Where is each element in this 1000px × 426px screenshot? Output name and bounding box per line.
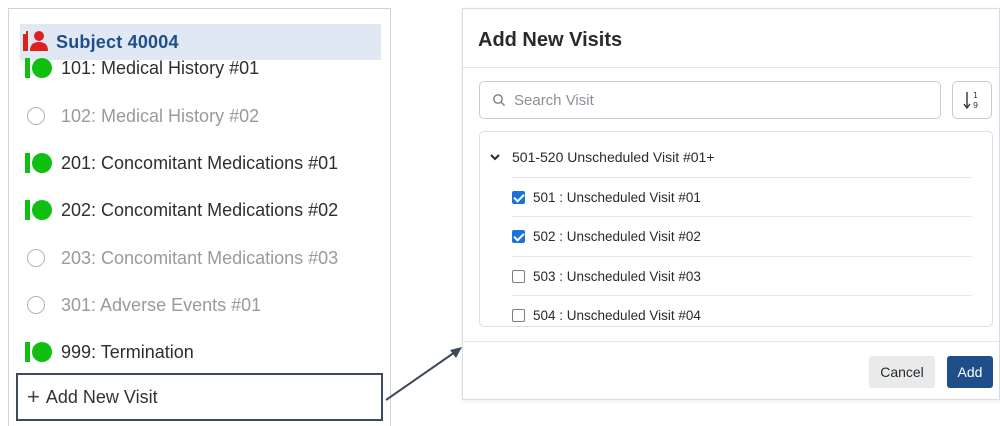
visit-label: 101: Medical History #01 [61, 57, 260, 78]
search-box[interactable] [479, 81, 941, 119]
visit-option-checkbox[interactable] [512, 190, 525, 204]
visit-label: 201: Concomitant Medications #01 [61, 152, 339, 173]
plus-icon: + [27, 384, 40, 409]
visit-row[interactable]: 203: Concomitant Medications #03 [23, 243, 383, 273]
add-new-visits-modal: Add New Visits 1 9 501-520 Unscheduled V… [462, 8, 1000, 400]
visit-label: 301: Adverse Events #01 [61, 294, 262, 315]
add-button[interactable]: Add [947, 356, 993, 388]
search-icon [493, 94, 506, 107]
visit-row[interactable]: 101: Medical History #01 [23, 53, 383, 83]
modal-title: Add New Visits [478, 29, 623, 51]
status-empty-circle-icon [27, 296, 45, 314]
visit-option-checkbox[interactable] [512, 269, 525, 283]
status-complete-icon [23, 340, 52, 364]
subject-user-icon [23, 31, 48, 51]
visit-option-checkbox[interactable] [512, 229, 525, 243]
sort-ascending-numeric-icon: 1 9 [963, 91, 978, 110]
modal-header-divider [463, 67, 999, 68]
visit-option-label: 502 : Unscheduled Visit #02 [533, 228, 701, 244]
visit-group-header[interactable]: 501-520 Unscheduled Visit #01+ [488, 144, 715, 170]
visit-row[interactable]: 999: Termination [23, 337, 383, 367]
visit-option-label: 501 : Unscheduled Visit #01 [533, 189, 701, 205]
visit-label: 999: Termination [61, 341, 194, 362]
add-new-visit-label: Add New Visit [45, 386, 158, 407]
visit-label: 102: Medical History #02 [61, 105, 260, 126]
chevron-down-icon[interactable] [488, 150, 502, 164]
visit-option-label: 503 : Unscheduled Visit #03 [533, 268, 701, 284]
visit-option-row[interactable]: 502 : Unscheduled Visit #02 [512, 216, 972, 255]
cancel-button[interactable]: Cancel [869, 356, 935, 388]
visit-option-checkbox[interactable] [512, 308, 525, 322]
status-complete-icon [23, 198, 52, 222]
visit-group-label: 501-520 Unscheduled Visit #01+ [512, 149, 715, 165]
visit-row[interactable]: 202: Concomitant Medications #02 [23, 195, 383, 225]
search-input[interactable] [512, 90, 916, 110]
visit-row[interactable]: 201: Concomitant Medications #01 [23, 148, 383, 178]
visit-row[interactable]: 102: Medical History #02 [23, 101, 383, 131]
status-empty-circle-icon [27, 249, 45, 267]
add-new-visit-button[interactable]: + Add New Visit [16, 373, 383, 421]
visit-row[interactable]: 301: Adverse Events #01 [23, 290, 383, 320]
visit-option-label: 504 : Unscheduled Visit #04 [533, 307, 701, 323]
visit-options-list: 501-520 Unscheduled Visit #01+ 501 : Uns… [479, 131, 993, 327]
sort-button[interactable]: 1 9 [952, 81, 992, 119]
visit-option-row[interactable]: 501 : Unscheduled Visit #01 [512, 177, 972, 216]
status-complete-icon [23, 151, 52, 175]
modal-footer: Cancel Add [463, 341, 999, 402]
status-empty-circle-icon [27, 107, 45, 125]
visit-label: 203: Concomitant Medications #03 [61, 247, 339, 268]
svg-text:1: 1 [973, 91, 978, 100]
connector-arrow-icon [385, 347, 462, 401]
visit-option-row[interactable]: 504 : Unscheduled Visit #04 [512, 295, 972, 326]
svg-text:9: 9 [973, 101, 978, 110]
visit-option-row[interactable]: 503 : Unscheduled Visit #03 [512, 256, 972, 295]
subject-title: Subject 40004 [56, 32, 179, 52]
status-complete-icon [23, 56, 52, 80]
visit-label: 202: Concomitant Medications #02 [61, 199, 339, 220]
subject-visit-panel: Subject 40004 101: Medical History #01 10… [8, 8, 391, 426]
